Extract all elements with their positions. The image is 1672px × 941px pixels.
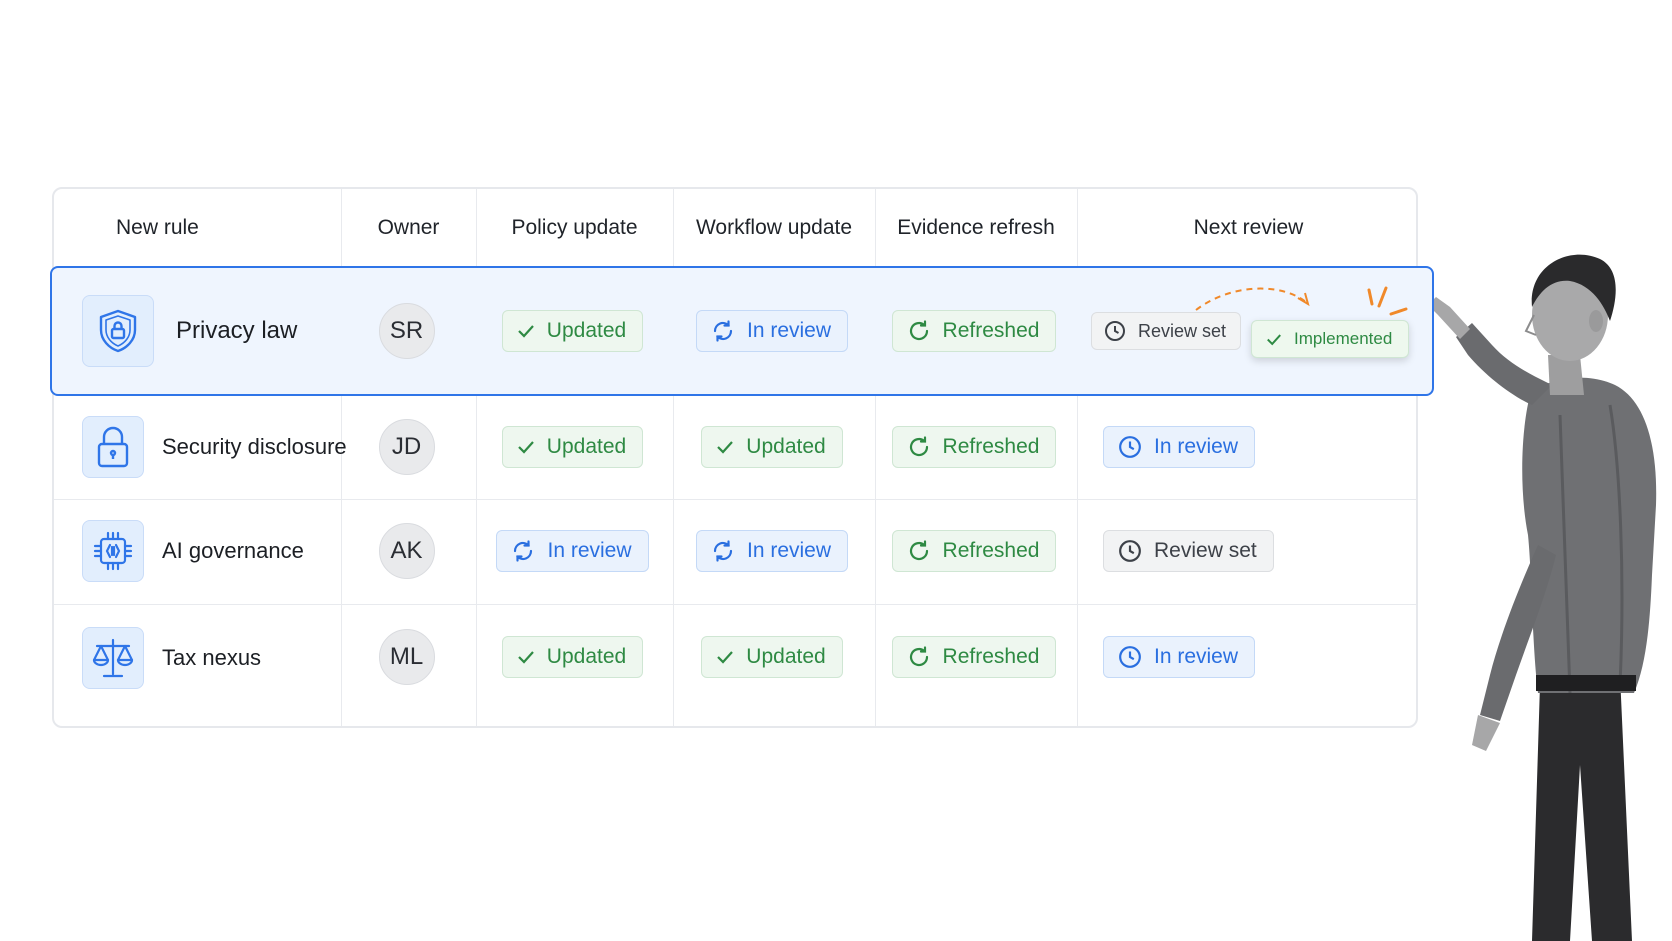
workflow-cell: Updated	[671, 396, 873, 498]
sync-icon	[514, 539, 533, 562]
owner-cell: ML	[339, 603, 474, 726]
policy-cell: In review	[474, 498, 671, 603]
avatar: ML	[378, 629, 435, 685]
rule-cell: Security disclosure	[52, 396, 347, 498]
status-label: Updated	[746, 435, 826, 458]
status-label: In review	[1154, 645, 1239, 668]
header-next-review: Next review	[1193, 216, 1304, 239]
rule-name: Tax nexus	[162, 645, 262, 670]
status-label: In review	[547, 538, 632, 562]
status-badge-in-review[interactable]: In review	[695, 529, 849, 572]
check-icon	[518, 441, 534, 454]
table-row[interactable]: Security disclosure JD Updated Updated R…	[52, 396, 1418, 498]
refresh-icon	[909, 539, 928, 560]
clock-icon	[1119, 646, 1141, 668]
status-label: Updated	[546, 435, 627, 458]
status-label: In review	[746, 319, 832, 342]
rule-name: Privacy law	[176, 317, 298, 344]
status-badge-refreshed[interactable]: Refreshed	[891, 310, 1057, 352]
evidence-cell: Refreshed	[873, 266, 1075, 396]
table-row[interactable]: AI governance AK In review In review Ref…	[52, 498, 1418, 603]
status-badge-review-set[interactable]: Review set	[1103, 529, 1274, 572]
rule-cell: AI governance	[52, 498, 339, 603]
evidence-cell: Refreshed	[873, 396, 1075, 498]
policy-cell: Updated	[474, 396, 671, 498]
evidence-cell: Refreshed	[873, 603, 1075, 726]
status-badge-updated[interactable]: Updated	[701, 426, 843, 468]
clock-icon	[1105, 321, 1125, 341]
evidence-cell: Refreshed	[873, 498, 1075, 603]
clock-icon	[1119, 539, 1141, 562]
sync-icon	[713, 539, 733, 562]
workflow-cell: Updated	[671, 603, 873, 726]
next-review-cell: In review	[1075, 396, 1418, 498]
header-evidence-refresh: Evidence refresh	[897, 216, 1055, 239]
move-arrow-icon	[1195, 286, 1408, 316]
status-badge-refreshed[interactable]: Refreshed	[891, 636, 1057, 678]
status-label: In review	[1154, 435, 1239, 458]
padlock-icon	[82, 416, 144, 478]
workflow-cell: In review	[671, 498, 873, 603]
check-icon	[717, 651, 734, 664]
status-label: Review set	[1154, 538, 1257, 562]
status-badge-in-review[interactable]: In review	[1103, 426, 1256, 468]
next-review-cell: In review	[1075, 603, 1418, 726]
status-label: Updated	[546, 319, 627, 342]
owner-cell: SR	[339, 266, 474, 396]
table-row[interactable]: Tax nexus ML Updated Updated Refreshed I…	[52, 603, 1418, 726]
refresh-icon	[909, 436, 928, 457]
status-badge-updated[interactable]: Updated	[501, 636, 644, 678]
status-label: In review	[746, 538, 832, 562]
owner-cell: JD	[339, 396, 474, 498]
rule-name: Security disclosure	[162, 434, 347, 459]
rule-name: AI governance	[162, 537, 304, 563]
policy-cell: Updated	[474, 266, 671, 396]
owner-cell: AK	[339, 498, 474, 603]
status-label: Refreshed	[942, 538, 1040, 562]
sync-icon	[713, 320, 733, 342]
status-label: Refreshed	[942, 319, 1040, 342]
status-badge-updated[interactable]: Updated	[501, 310, 644, 352]
status-badge-refreshed[interactable]: Refreshed	[891, 529, 1057, 572]
status-badge-in-review[interactable]: In review	[695, 310, 849, 352]
rule-cell: Privacy law	[52, 266, 339, 396]
refresh-icon	[909, 646, 928, 667]
person-illustration	[1420, 254, 1657, 941]
policy-cell: Updated	[474, 603, 671, 726]
header-workflow-update: Workflow update	[695, 216, 853, 239]
clock-icon	[1119, 436, 1141, 458]
chip-icon	[82, 519, 144, 582]
avatar: SR	[378, 303, 435, 359]
rule-cell: Tax nexus	[52, 603, 339, 726]
next-review-cell: Review set	[1075, 498, 1418, 603]
header-policy-update: Policy update	[511, 216, 638, 239]
header-new-rule: New rule	[116, 216, 199, 239]
refresh-icon	[909, 320, 928, 341]
status-badge-refreshed[interactable]: Refreshed	[891, 426, 1057, 468]
status-label: Refreshed	[942, 435, 1040, 458]
avatar: JD	[378, 419, 435, 475]
check-icon	[717, 441, 734, 454]
status-label: Refreshed	[942, 645, 1040, 668]
status-badge-in-review[interactable]: In review	[496, 529, 649, 572]
status-badge-updated[interactable]: Updated	[501, 426, 644, 468]
stage: New rule Owner Policy update Workflow up…	[0, 0, 1672, 941]
status-badge-in-review[interactable]: In review	[1103, 636, 1256, 678]
check-icon	[518, 325, 534, 338]
shield-lock-icon	[82, 295, 154, 367]
scale-icon	[82, 627, 144, 689]
header-owner: Owner	[377, 216, 440, 239]
avatar: AK	[378, 522, 435, 579]
workflow-cell: In review	[671, 266, 873, 396]
status-label: Updated	[746, 645, 826, 668]
status-label: Updated	[546, 645, 627, 668]
check-icon	[518, 651, 534, 664]
status-badge-updated[interactable]: Updated	[701, 636, 843, 678]
